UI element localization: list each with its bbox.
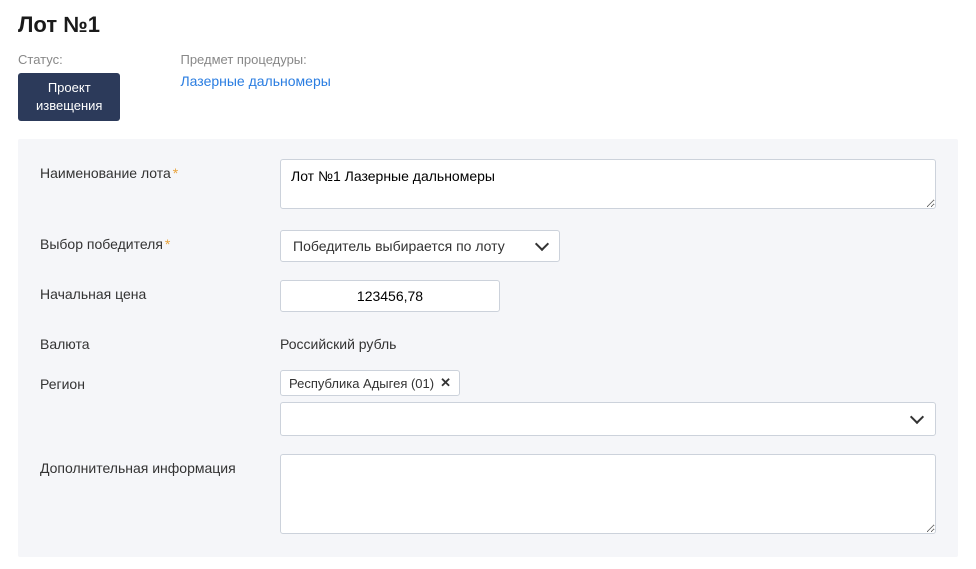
row-region: Регион Республика Адыгея (01) ✕ <box>40 370 936 436</box>
region-tag: Республика Адыгея (01) ✕ <box>280 370 460 396</box>
region-select-wrap <box>280 402 936 436</box>
winner-select-value[interactable]: Победитель выбирается по лоту <box>280 230 560 262</box>
row-price: Начальная цена <box>40 280 936 312</box>
row-extra: Дополнительная информация <box>40 454 936 537</box>
region-select[interactable] <box>280 402 936 436</box>
row-lot-name: Наименование лота* <box>40 159 936 212</box>
status-block: Статус: Проект извещения <box>18 52 120 121</box>
price-input[interactable] <box>280 280 500 312</box>
currency-label: Валюта <box>40 330 280 352</box>
required-mark: * <box>173 165 178 181</box>
required-mark: * <box>165 236 170 252</box>
winner-label: Выбор победителя* <box>40 230 280 252</box>
row-winner: Выбор победителя* Победитель выбирается … <box>40 230 936 262</box>
region-label: Регион <box>40 370 280 392</box>
header-row: Статус: Проект извещения Предмет процеду… <box>18 52 958 121</box>
row-currency: Валюта Российский рубль <box>40 330 936 352</box>
status-badge: Проект извещения <box>18 73 120 121</box>
subject-label: Предмет процедуры: <box>180 52 330 67</box>
currency-value: Российский рубль <box>280 330 936 352</box>
region-tag-remove[interactable]: ✕ <box>440 375 451 391</box>
subject-link[interactable]: Лазерные дальномеры <box>180 73 330 89</box>
subject-block: Предмет процедуры: Лазерные дальномеры <box>180 52 330 121</box>
extra-input[interactable] <box>280 454 936 534</box>
page-title: Лот №1 <box>18 12 958 38</box>
form-block: Наименование лота* Выбор победителя* Поб… <box>18 139 958 557</box>
lot-name-input[interactable] <box>280 159 936 209</box>
price-label: Начальная цена <box>40 280 280 302</box>
extra-label: Дополнительная информация <box>40 454 280 476</box>
region-tags: Республика Адыгея (01) ✕ <box>280 370 936 396</box>
lot-name-label: Наименование лота* <box>40 159 280 181</box>
region-tag-label: Республика Адыгея (01) <box>289 376 434 391</box>
winner-select[interactable]: Победитель выбирается по лоту <box>280 230 560 262</box>
status-label: Статус: <box>18 52 120 67</box>
